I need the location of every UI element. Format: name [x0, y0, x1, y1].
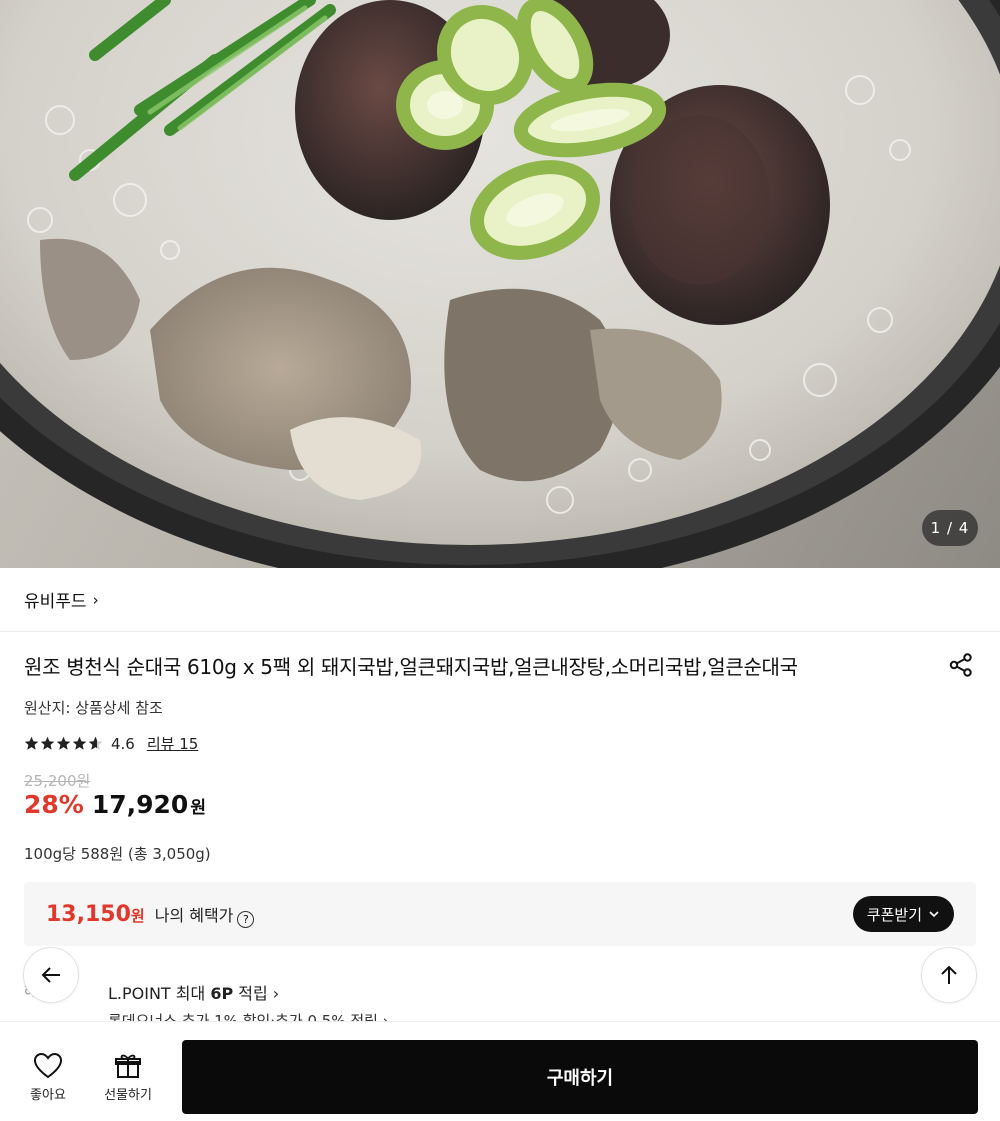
star-icon [24, 736, 39, 750]
scroll-top-button[interactable] [921, 947, 977, 1003]
star-icon [72, 736, 87, 750]
rating-row: 4.6 리뷰 15 [24, 733, 198, 754]
gift-label: 선물하기 [104, 1088, 152, 1103]
store-link[interactable]: 유비푸드 › [0, 568, 1000, 632]
discount-rate: 28% [24, 790, 84, 819]
store-name: 유비푸드 [24, 592, 87, 612]
coupon-button-label: 쿠폰받기 [866, 905, 922, 924]
product-image[interactable]: 1 / 4 [0, 0, 1000, 568]
benefit-label: 나의 혜택가 [154, 905, 234, 925]
coupon-button[interactable]: 쿠폰받기 [852, 896, 954, 932]
chevron-down-icon [929, 911, 939, 918]
star-rating [24, 736, 103, 751]
arrow-left-icon [41, 967, 60, 983]
star-icon [40, 736, 55, 750]
star-icon [56, 736, 71, 750]
like-button[interactable]: 좋아요 [13, 1052, 83, 1103]
lpoint-row[interactable]: L.POINT 최대 6P 적립 › [108, 980, 279, 1004]
heart-icon [33, 1052, 63, 1079]
unit-price: 100g당 588원 (총 3,050g) [24, 845, 211, 863]
help-icon[interactable]: ? [237, 910, 255, 928]
back-button[interactable] [23, 947, 79, 1003]
price-row: 28% 17,920 원 [24, 790, 206, 819]
gift-icon [115, 1054, 141, 1078]
benefit-price: 13,150 [46, 901, 131, 927]
bottom-action-bar: 좋아요 선물하기 구매하기 [0, 1021, 1000, 1121]
lpoint-amount: 6P [210, 984, 234, 1003]
gift-button[interactable]: 선물하기 [93, 1052, 163, 1103]
origin-info: 원산지: 상품상세 참조 [24, 699, 163, 717]
product-title-row: 원조 병천식 순대국 610g x 5팩 외 돼지국밥,얼큰돼지국밥,얼큰내장탕… [24, 650, 976, 680]
image-counter: 1 / 4 [922, 510, 978, 546]
benefit-box: 13,150 원 나의 혜택가 ? 쿠폰받기 [24, 882, 976, 946]
arrow-up-icon [941, 965, 957, 984]
like-label: 좋아요 [30, 1088, 66, 1103]
chevron-right-icon: › [92, 590, 99, 609]
sale-price: 17,920 [91, 790, 189, 819]
benefit-price-group: 13,150 원 나의 혜택가 ? [46, 901, 255, 928]
sale-price-unit: 원 [190, 798, 206, 818]
share-icon[interactable] [946, 650, 976, 680]
product-title: 원조 병천식 순대국 610g x 5팩 외 돼지국밥,얼큰돼지국밥,얼큰내장탕… [24, 654, 798, 679]
soup-photo-illustration [0, 0, 1000, 568]
half-star-icon [88, 736, 103, 750]
review-link[interactable]: 리뷰 15 [147, 733, 198, 754]
original-price: 25,200원 [24, 772, 91, 790]
rating-value: 4.6 [111, 734, 135, 753]
lpoint-prefix: L.POINT 최대 [108, 984, 211, 1003]
buy-button[interactable]: 구매하기 [182, 1040, 978, 1114]
benefit-price-unit: 원 [130, 906, 145, 925]
lpoint-suffix: 적립 › [233, 984, 280, 1003]
